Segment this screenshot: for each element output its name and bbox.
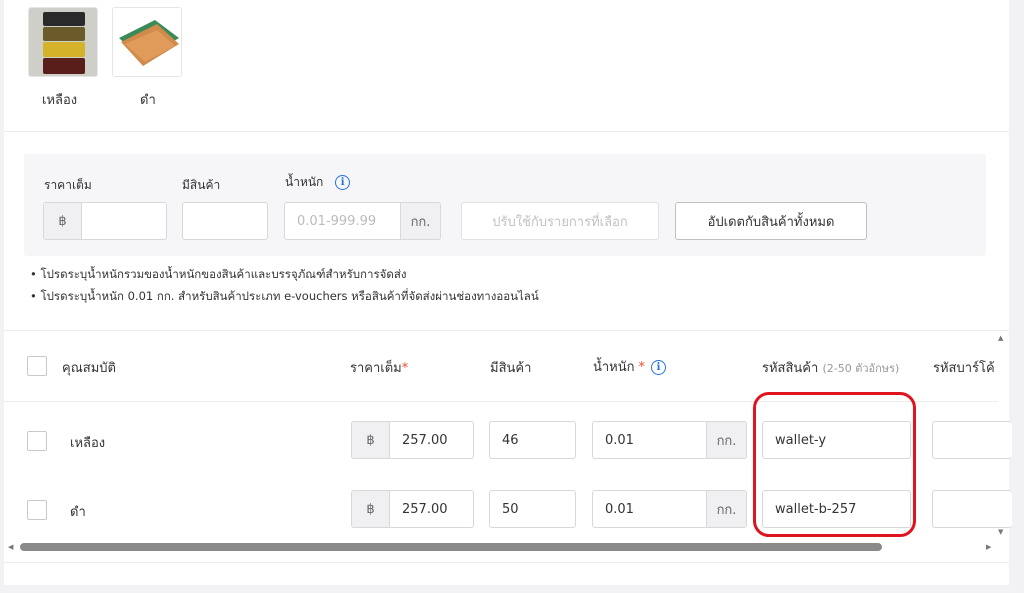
header-weight-text: น้ำหนัก — [593, 360, 635, 375]
wallet-stack-image — [29, 8, 97, 76]
variation-label-black: ดำ — [140, 93, 156, 108]
bulk-weight-input[interactable]: 0.01-999.99 กก. — [284, 202, 441, 240]
bulk-price-label: ราคาเต็ม — [44, 178, 92, 192]
scroll-down-arrow[interactable]: ▼ — [998, 528, 1003, 536]
note-item: • โปรดระบุน้ำหนัก 0.01 กก. สำหรับสินค้าป… — [30, 289, 539, 303]
variation-image-black[interactable] — [112, 7, 182, 77]
header-weight: น้ำหนัก * i — [593, 356, 667, 377]
scroll-up-arrow[interactable]: ▲ — [998, 334, 1003, 342]
bulk-price-input[interactable]: ฿ — [43, 202, 167, 240]
section-divider — [4, 330, 1009, 331]
header-stock: มีสินค้า — [490, 361, 532, 376]
weight-placeholder: 0.01-999.99 — [297, 213, 377, 229]
sku-highlight-annotation — [753, 392, 916, 537]
header-price-text: ราคาเต็ม — [350, 361, 402, 376]
weight-unit-addon: กก. — [706, 422, 746, 458]
row-checkbox[interactable] — [27, 431, 47, 451]
row-stock-input[interactable]: 46 — [489, 421, 576, 459]
variation-label-yellow: เหลือง — [42, 93, 78, 108]
row-stock-input[interactable]: 50 — [489, 490, 576, 528]
header-sku: รหัสสินค้า (2-50 ตัวอักษร) — [762, 357, 899, 378]
bulk-weight-label-text: น้ำหนัก — [285, 175, 324, 189]
variation-image-yellow[interactable] — [28, 7, 98, 77]
weight-unit-addon: กก. — [400, 203, 440, 239]
row-price-input[interactable]: ฿ 257.00 — [351, 490, 474, 528]
info-icon[interactable]: i — [651, 360, 667, 375]
header-sku-text: รหัสสินค้า — [762, 361, 819, 376]
note-item: • โปรดระบุน้ำหนักรวมของน้ำหนักของสินค้าแ… — [30, 267, 407, 281]
price-value: 257.00 — [402, 501, 448, 517]
wallet-open-image — [113, 8, 181, 76]
scroll-right-arrow[interactable]: ▶ — [986, 543, 991, 551]
select-all-checkbox[interactable] — [27, 356, 47, 376]
bulk-weight-label: น้ำหนัก i — [285, 173, 351, 192]
row-checkbox[interactable] — [27, 500, 47, 520]
required-mark: * — [638, 360, 646, 375]
bulk-stock-input[interactable] — [182, 202, 268, 240]
currency-addon: ฿ — [44, 203, 82, 239]
scroll-left-arrow[interactable]: ◀ — [8, 543, 13, 551]
header-attribute: คุณสมบัติ — [62, 361, 116, 376]
section-divider — [4, 562, 1009, 563]
apply-selected-button[interactable]: ปรับใช้กับรายการที่เลือก — [461, 202, 659, 240]
stock-value: 46 — [502, 432, 519, 448]
weight-value: 0.01 — [605, 501, 634, 517]
header-barcode: รหัสบาร์โค้ — [933, 361, 995, 376]
weight-unit-addon: กก. — [706, 491, 746, 527]
row-barcode-input[interactable] — [932, 490, 1012, 528]
row-variation-name: ดำ — [70, 505, 86, 520]
header-price: ราคาเต็ม* — [350, 357, 408, 378]
stock-value: 50 — [502, 501, 519, 517]
horizontal-scroll-thumb[interactable] — [20, 543, 882, 551]
sku-hint: (2-50 ตัวอักษร) — [822, 362, 900, 375]
row-weight-input[interactable]: 0.01 กก. — [592, 490, 747, 528]
row-price-input[interactable]: ฿ 257.00 — [351, 421, 474, 459]
row-variation-name: เหลือง — [70, 436, 106, 451]
info-icon[interactable]: i — [335, 175, 351, 190]
update-all-button[interactable]: อัปเดตกับสินค้าทั้งหมด — [675, 202, 867, 240]
row-weight-input[interactable]: 0.01 กก. — [592, 421, 747, 459]
row-barcode-input[interactable] — [932, 421, 1012, 459]
required-mark: * — [401, 361, 409, 376]
note-text: โปรดระบุน้ำหนัก 0.01 กก. สำหรับสินค้าประ… — [40, 289, 539, 303]
weight-value: 0.01 — [605, 432, 634, 448]
price-value: 257.00 — [402, 432, 448, 448]
section-divider — [4, 131, 1009, 132]
note-text: โปรดระบุน้ำหนักรวมของน้ำหนักของสินค้าและ… — [40, 267, 407, 281]
currency-addon: ฿ — [352, 422, 390, 458]
currency-addon: ฿ — [352, 491, 390, 527]
bulk-stock-label: มีสินค้า — [182, 178, 221, 192]
